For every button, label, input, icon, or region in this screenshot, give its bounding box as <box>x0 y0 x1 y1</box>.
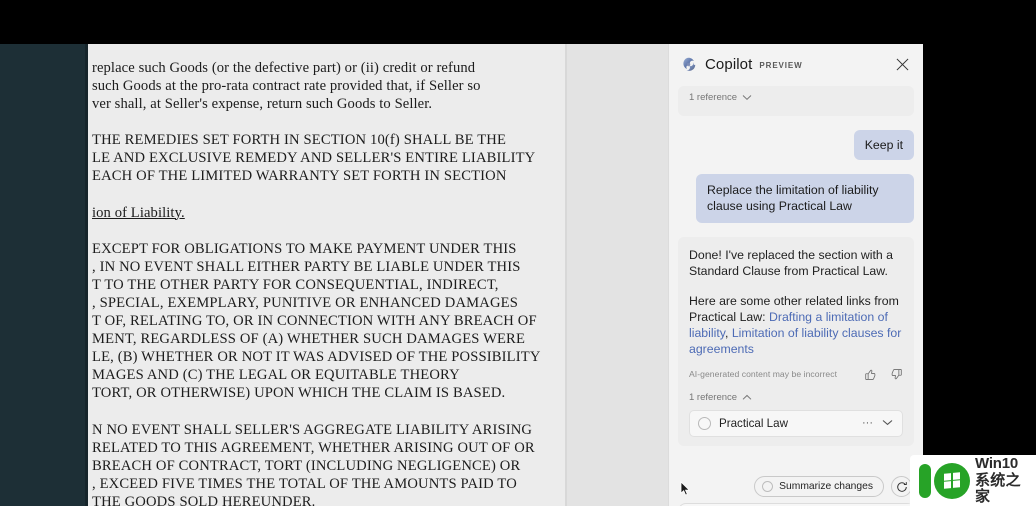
regenerate-button[interactable] <box>891 476 912 497</box>
app-left-rail <box>0 44 88 506</box>
document-line: EACH OF THE LIMITED WARRANTY SET FORTH I… <box>92 168 507 185</box>
thumbs-down-icon[interactable] <box>890 368 903 381</box>
document-line: LE AND EXCLUSIVE REMEDY AND SELLER'S ENT… <box>92 150 536 167</box>
assistant-references-toggle[interactable]: 1 reference <box>689 392 903 403</box>
document-line: , IN NO EVENT SHALL EITHER PARTY BE LIAB… <box>92 258 521 275</box>
link-separator: , <box>725 326 732 341</box>
document-paragraph: replace such Goods (or the defective par… <box>92 44 562 113</box>
watermark-chinese: 系统之家 <box>975 472 1021 505</box>
summarize-icon <box>762 481 774 492</box>
reference-item-actions: ··· <box>862 417 893 429</box>
copilot-preview-badge: PREVIEW <box>759 61 803 70</box>
assistant-message-card: Done! I've replaced the section with a S… <box>678 237 914 446</box>
document-line: MENT, REGARDLESS OF (A) WHETHER SUCH DAM… <box>92 331 526 348</box>
window-top-chrome <box>0 0 1036 44</box>
document-paragraph: THE REMEDIES SET FORTH IN SECTION 10(f) … <box>92 131 562 185</box>
copilot-logo-icon <box>680 56 697 73</box>
references-toggle-label: 1 reference <box>689 92 738 103</box>
practical-law-icon <box>698 416 711 430</box>
user-message-bubble: Replace the limitation of liability clau… <box>696 174 914 223</box>
document-line: such Goods at the pro-rata contract rate… <box>92 78 481 95</box>
document-paragraph: EXCEPT FOR OBLIGATIONS TO MAKE PAYMENT U… <box>92 240 562 403</box>
copilot-header: Copilot PREVIEW <box>669 44 923 84</box>
assistant-paragraph-links: Here are some other related links from P… <box>689 293 903 358</box>
disclaimer-row: AI-generated content may be incorrect <box>689 368 903 381</box>
copilot-panel: Copilot PREVIEW 1 reference Keep it Repl… <box>668 44 923 506</box>
user-message-row: Keep it <box>678 130 914 160</box>
copilot-action-row: Summarize changes <box>669 474 923 499</box>
document-line: RELATED TO THIS AGREEMENT, WHETHER ARISI… <box>92 439 535 456</box>
document-line: MAGES AND (C) THE LEGAL OR EQUITABLE THE… <box>92 367 460 384</box>
document-line: , SPECIAL, EXEMPLARY, PUNITIVE OR ENHANC… <box>92 294 519 311</box>
assistant-references-label: 1 reference <box>689 391 738 403</box>
document-line: LE, (B) WHETHER OR NOT IT WAS ADVISED OF… <box>92 349 541 366</box>
assistant-paragraph: Done! I've replaced the section with a S… <box>689 248 893 279</box>
watermark-logo-icon <box>917 462 971 500</box>
document-line: THE REMEDIES SET FORTH IN SECTION 10(f) … <box>92 132 507 149</box>
copilot-conversation[interactable]: 1 reference Keep it Replace the limitati… <box>669 84 923 457</box>
document-line: T TO THE OTHER PARTY FOR CONSEQUENTIAL, … <box>92 276 499 293</box>
watermark-text: Win10 系统之家 <box>975 456 1036 504</box>
document-line: T OF, RELATING TO, OR IN CONNECTION WITH… <box>92 313 537 330</box>
references-toggle[interactable]: 1 reference <box>689 92 903 103</box>
screen-root: replace such Goods (or the defective par… <box>0 0 1036 506</box>
user-message-bubble: Keep it <box>853 130 914 160</box>
document-line: THE GOODS SOLD HEREUNDER. <box>92 493 316 506</box>
document-line: BREACH OF CONTRACT, TORT (INCLUDING NEGL… <box>92 457 521 474</box>
thumbs-up-icon[interactable] <box>864 368 877 381</box>
watermark: Win10 系统之家 <box>910 455 1036 506</box>
document-line: , EXCEED FIVE TIMES THE TOTAL OF THE AMO… <box>92 475 517 492</box>
document-paragraph: N NO EVENT SHALL SELLER'S AGGREGATE LIAB… <box>92 421 562 506</box>
copilot-title: Copilot <box>705 55 753 73</box>
reference-item-label: Practical Law <box>719 416 788 430</box>
chevron-down-icon[interactable] <box>882 417 893 429</box>
user-message-row: Replace the limitation of liability clau… <box>678 174 914 223</box>
windows-icon <box>944 471 960 489</box>
feedback-icons <box>864 368 903 381</box>
document-line: replace such Goods (or the defective par… <box>92 60 476 76</box>
document-section-heading: ion of Liability. <box>92 204 562 222</box>
document-page-edge <box>565 44 567 506</box>
document-line: EXCEPT FOR OBLIGATIONS TO MAKE PAYMENT U… <box>92 240 517 257</box>
document-line: TORT, OR OTHERWISE) UPON WHICH THE CLAIM… <box>92 385 506 402</box>
chevron-down-icon <box>742 94 752 101</box>
document-line: N NO EVENT SHALL SELLER'S AGGREGATE LIAB… <box>92 421 533 438</box>
previous-response-card: 1 reference <box>678 86 914 116</box>
summarize-changes-button[interactable]: Summarize changes <box>754 476 884 497</box>
document-heading-link[interactable]: ion of Liability. <box>92 204 562 222</box>
summarize-changes-label: Summarize changes <box>779 481 873 492</box>
watermark-english: Win10 <box>975 455 1019 473</box>
more-options-icon[interactable]: ··· <box>862 417 873 429</box>
ai-disclaimer: AI-generated content may be incorrect <box>689 369 838 380</box>
document-line: ver shall, at Seller's expense, return s… <box>92 96 433 113</box>
reference-item-practical-law[interactable]: Practical Law ··· <box>689 409 903 437</box>
mouse-cursor <box>680 481 691 497</box>
chevron-up-icon <box>742 394 752 401</box>
close-icon[interactable] <box>891 53 913 75</box>
document-text[interactable]: replace such Goods (or the defective par… <box>92 44 562 506</box>
